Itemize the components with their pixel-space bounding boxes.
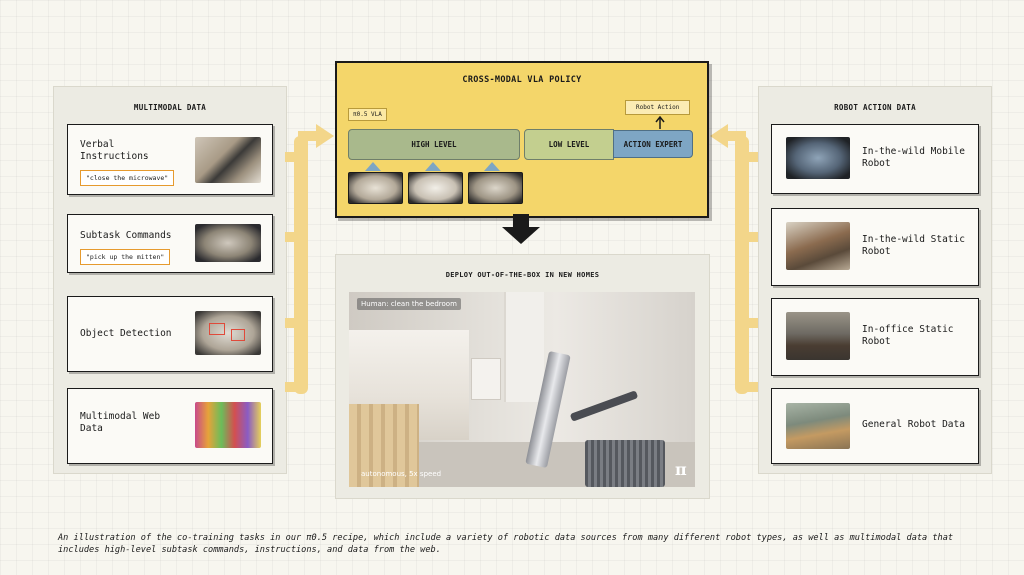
- bounding-box: [209, 323, 225, 335]
- general-robot-thumbnail: [786, 403, 850, 449]
- robot-action-tag: Robot Action: [625, 100, 691, 115]
- right-arrow-head: [710, 124, 728, 148]
- input-triangle-icon: [365, 162, 381, 171]
- detection-thumbnail: [195, 311, 261, 355]
- right-connector-branch: [742, 152, 758, 162]
- general-robot-card: General Robot Data: [771, 388, 979, 464]
- subtask-commands-card: Subtask Commands "pick up the mitten": [67, 214, 273, 273]
- deploy-panel: DEPLOY OUT-OF-THE-BOX IN NEW HOMES Human…: [335, 254, 710, 499]
- static-robot-thumbnail: [786, 222, 850, 270]
- bounding-box: [231, 329, 245, 341]
- card-label: In-the-wild Static Robot: [862, 234, 965, 257]
- quote-box: "pick up the mitten": [80, 249, 171, 265]
- high-level-block: HIGH LEVEL: [348, 129, 520, 160]
- input-triangle-icon: [484, 162, 500, 171]
- multimodal-data-title: MULTIMODAL DATA: [133, 103, 207, 112]
- camera-view-thumbnail: [408, 172, 463, 204]
- camera-view-thumbnail: [468, 172, 523, 204]
- mobile-robot-card: In-the-wild Mobile Robot: [771, 124, 979, 194]
- quote-box: "close the microwave": [80, 170, 175, 186]
- vla-policy-box: CROSS-MODAL VLA POLICY π0.5 VLA Robot Ac…: [335, 61, 709, 218]
- office-robot-thumbnail: [786, 312, 850, 360]
- web-image-thumbnail: [195, 402, 261, 448]
- card-label: In-the-wild Mobile Robot: [862, 146, 965, 169]
- card-label: General Robot Data: [862, 419, 965, 430]
- object-detection-card: Object Detection: [67, 296, 273, 372]
- right-connector-branch: [742, 318, 758, 328]
- right-connector-branch: [742, 232, 758, 242]
- multimodal-data-panel: MULTIMODAL DATA Verbal Instructions "clo…: [53, 86, 287, 474]
- left-connector-branch: [285, 382, 301, 392]
- figure-caption: An illustration of the co-training tasks…: [58, 533, 954, 555]
- deploy-title: DEPLOY OUT-OF-THE-BOX IN NEW HOMES: [445, 271, 600, 279]
- model-tag: π0.5 VLA: [348, 108, 387, 121]
- left-connector-branch: [285, 232, 301, 242]
- deployment-video[interactable]: Human: clean the bedroom autonomous, 5x …: [349, 292, 695, 487]
- robot-camera-thumbnail: [195, 224, 261, 262]
- left-connector-branch: [285, 318, 301, 328]
- action-expert-block: ACTION EXPERT: [613, 130, 693, 158]
- right-connector-branch: [742, 382, 758, 392]
- prompt-overlay: Human: clean the bedroom: [357, 298, 461, 310]
- robot-action-data-title: ROBOT ACTION DATA: [834, 103, 916, 112]
- card-label: Multimodal Web Data: [80, 411, 161, 434]
- doorway: [504, 292, 544, 402]
- policy-title: CROSS-MODAL VLA POLICY: [462, 75, 582, 85]
- kitchen-thumbnail: [195, 137, 261, 183]
- input-triangle-icon: [425, 162, 441, 171]
- down-arrow-icon: [502, 214, 540, 244]
- left-connector-vertical: [294, 136, 308, 394]
- left-connector-branch: [285, 152, 301, 162]
- card-label: Object Detection: [80, 328, 172, 339]
- speed-overlay: autonomous, 5x speed: [361, 470, 442, 478]
- left-arrow-head: [316, 124, 334, 148]
- mobile-robot-thumbnail: [786, 137, 850, 179]
- up-arrow-icon: [655, 116, 665, 129]
- multimodal-web-data-card: Multimodal Web Data: [67, 388, 273, 464]
- card-label: In-office Static Robot: [862, 324, 954, 347]
- office-robot-card: In-office Static Robot: [771, 298, 979, 376]
- robot-action-data-panel: ROBOT ACTION DATA In-the-wild Mobile Rob…: [758, 86, 992, 474]
- laundry-basket: [585, 440, 665, 487]
- card-label: Verbal Instructions: [80, 139, 149, 162]
- static-robot-card: In-the-wild Static Robot: [771, 208, 979, 286]
- pi-logo: π: [675, 460, 687, 479]
- camera-view-thumbnail: [348, 172, 403, 204]
- low-level-block: LOW LEVEL: [524, 129, 614, 160]
- verbal-instructions-card: Verbal Instructions "close the microwave…: [67, 124, 273, 195]
- card-label: Subtask Commands: [80, 230, 172, 241]
- nightstand: [471, 358, 501, 400]
- right-connector-vertical: [735, 136, 749, 394]
